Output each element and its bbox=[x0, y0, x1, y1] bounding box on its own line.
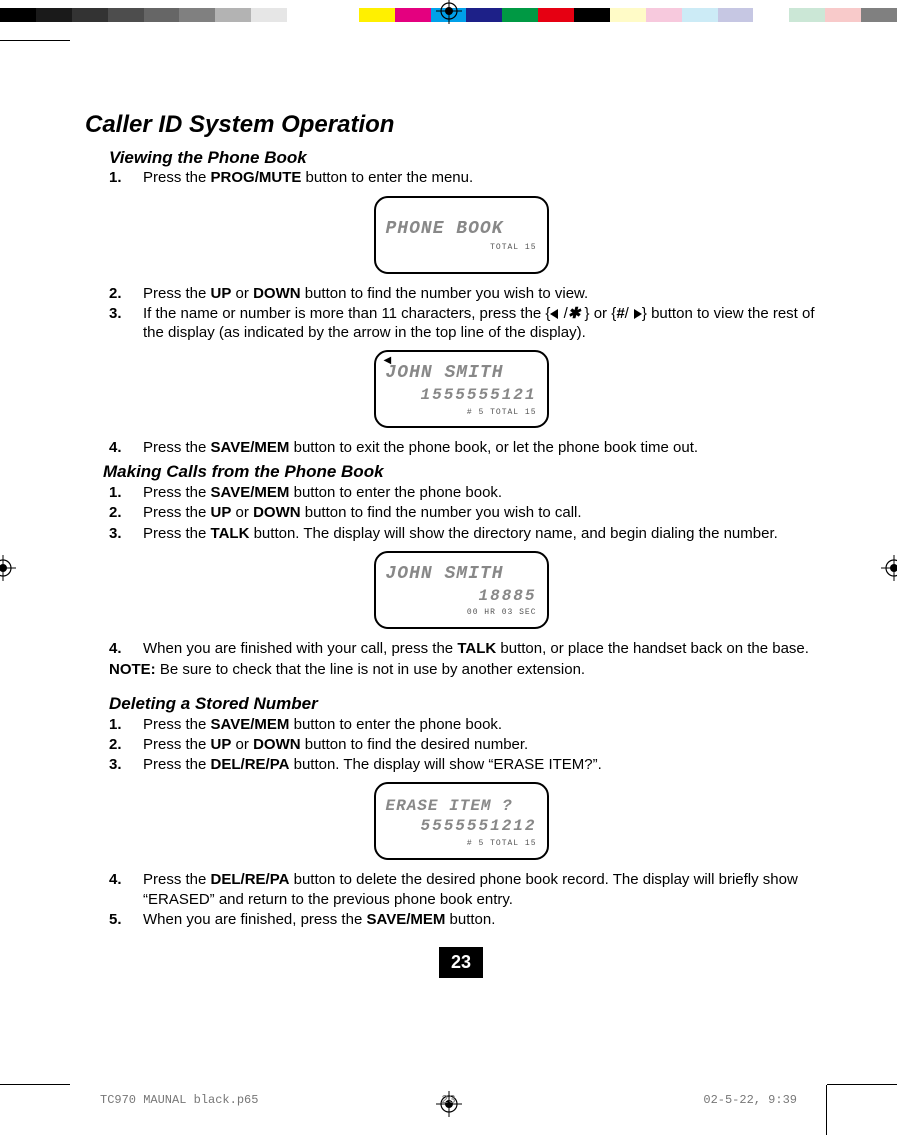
step: 3. Press the DEL/RE/PA button. The displa… bbox=[109, 755, 837, 774]
step-number: 2. bbox=[109, 503, 129, 522]
registration-mark-right bbox=[881, 555, 897, 581]
step-text: Press the PROG/MUTE button to enter the … bbox=[143, 168, 837, 187]
lcd-status: 00 HR 03 SEC bbox=[386, 608, 537, 618]
lcd-status: # 5 TOTAL 15 bbox=[386, 408, 537, 418]
registration-mark-top bbox=[436, 0, 462, 24]
step-number: 1. bbox=[109, 483, 129, 502]
step: 5. When you are finished, press the SAVE/… bbox=[109, 910, 837, 929]
crop-mark bbox=[0, 1084, 70, 1085]
step-text: When you are finished with your call, pr… bbox=[143, 639, 837, 658]
lcd-line2: 1555555121 bbox=[386, 385, 537, 405]
lcd-erase-item: ERASE ITEM ? 5555551212 # 5 TOTAL 15 bbox=[374, 782, 549, 860]
step: 4. Press the SAVE/MEM button to exit the… bbox=[109, 438, 837, 457]
triangle-right-icon bbox=[634, 309, 642, 319]
step: 4. When you are finished with your call, … bbox=[109, 639, 837, 658]
lcd-status: # 5 TOTAL 15 bbox=[386, 839, 537, 849]
step-text: Press the TALK button. The display will … bbox=[143, 524, 837, 543]
note: NOTE: Be sure to check that the line is … bbox=[109, 660, 837, 679]
step-number: 1. bbox=[109, 715, 129, 734]
step: 2. Press the UP or DOWN button to find t… bbox=[109, 284, 837, 303]
step-number: 3. bbox=[109, 304, 129, 342]
section-delete-title: Deleting a Stored Number bbox=[109, 693, 837, 715]
page-title: Caller ID System Operation bbox=[85, 110, 837, 141]
footer-file: TC970 MAUNAL black.p65 bbox=[100, 1093, 258, 1107]
step-text: Press the UP or DOWN button to find the … bbox=[143, 503, 837, 522]
step-text: If the name or number is more than 11 ch… bbox=[143, 304, 837, 342]
section-viewing-title: Viewing the Phone Book bbox=[109, 147, 837, 169]
step-number: 1. bbox=[109, 168, 129, 187]
lcd-line1: PHONE BOOK bbox=[386, 218, 537, 241]
step-text: When you are finished, press the SAVE/ME… bbox=[143, 910, 837, 929]
lcd-line2: 5555551212 bbox=[386, 816, 537, 836]
crop-mark bbox=[826, 1085, 827, 1135]
step-text: Press the UP or DOWN button to find the … bbox=[143, 735, 837, 754]
step: 2. Press the UP or DOWN button to find th… bbox=[109, 503, 837, 522]
lcd-john-smith-number: ◀ JOHN SMITH 1555555121 # 5 TOTAL 15 bbox=[374, 350, 549, 428]
footer-page: 23 bbox=[441, 1093, 455, 1107]
lcd-line2: 18885 bbox=[386, 586, 537, 606]
step-text: Press the UP or DOWN button to find the … bbox=[143, 284, 837, 303]
step: 4. Press the DEL/RE/PA button to delete t… bbox=[109, 870, 837, 908]
lcd-line1: JOHN SMITH bbox=[386, 563, 537, 586]
registration-mark-left bbox=[0, 555, 16, 581]
step-number: 3. bbox=[109, 755, 129, 774]
step-number: 2. bbox=[109, 284, 129, 303]
step-text: Press the SAVE/MEM button to enter the p… bbox=[143, 483, 837, 502]
step-number: 4. bbox=[109, 870, 129, 908]
step: 2. Press the UP or DOWN button to find th… bbox=[109, 735, 837, 754]
triangle-left-icon bbox=[550, 309, 558, 319]
step: 1. Press the SAVE/MEM button to enter the… bbox=[109, 483, 837, 502]
crop-mark bbox=[0, 40, 70, 41]
step: 3. Press the TALK button. The display wil… bbox=[109, 524, 837, 543]
step-number: 2. bbox=[109, 735, 129, 754]
hash-icon: # bbox=[616, 305, 624, 322]
crop-mark bbox=[827, 1084, 897, 1085]
step-number: 5. bbox=[109, 910, 129, 929]
star-icon: ✱ bbox=[568, 305, 581, 322]
page-content: Caller ID System Operation Viewing the P… bbox=[85, 110, 837, 1040]
lcd-line1: ERASE ITEM ? bbox=[386, 796, 537, 816]
step-text: Press the SAVE/MEM button to enter the p… bbox=[143, 715, 837, 734]
print-footer: TC970 MAUNAL black.p65 23 02-5-22, 9:39 bbox=[100, 1093, 797, 1107]
section-calls-title: Making Calls from the Phone Book bbox=[103, 461, 837, 483]
page-number: 23 bbox=[439, 947, 483, 978]
lcd-line1: JOHN SMITH bbox=[386, 362, 537, 385]
step: 3. If the name or number is more than 11… bbox=[109, 304, 837, 342]
page-number-box: 23 bbox=[85, 947, 837, 978]
lcd-left-arrow-icon: ◀ bbox=[384, 356, 392, 369]
step: 1. Press the SAVE/MEM button to enter the… bbox=[109, 715, 837, 734]
step-number: 3. bbox=[109, 524, 129, 543]
step-text: Press the DEL/RE/PA button. The display … bbox=[143, 755, 837, 774]
step: 1. Press the PROG/MUTE button to enter t… bbox=[109, 168, 837, 187]
lcd-status: TOTAL 15 bbox=[386, 243, 537, 253]
step-number: 4. bbox=[109, 438, 129, 457]
lcd-dialing: JOHN SMITH 18885 00 HR 03 SEC bbox=[374, 551, 549, 629]
step-number: 4. bbox=[109, 639, 129, 658]
step-text: Press the DEL/RE/PA button to delete the… bbox=[143, 870, 837, 908]
footer-date: 02-5-22, 9:39 bbox=[703, 1093, 797, 1107]
lcd-phone-book: PHONE BOOK TOTAL 15 bbox=[374, 196, 549, 274]
step-text: Press the SAVE/MEM button to exit the ph… bbox=[143, 438, 837, 457]
